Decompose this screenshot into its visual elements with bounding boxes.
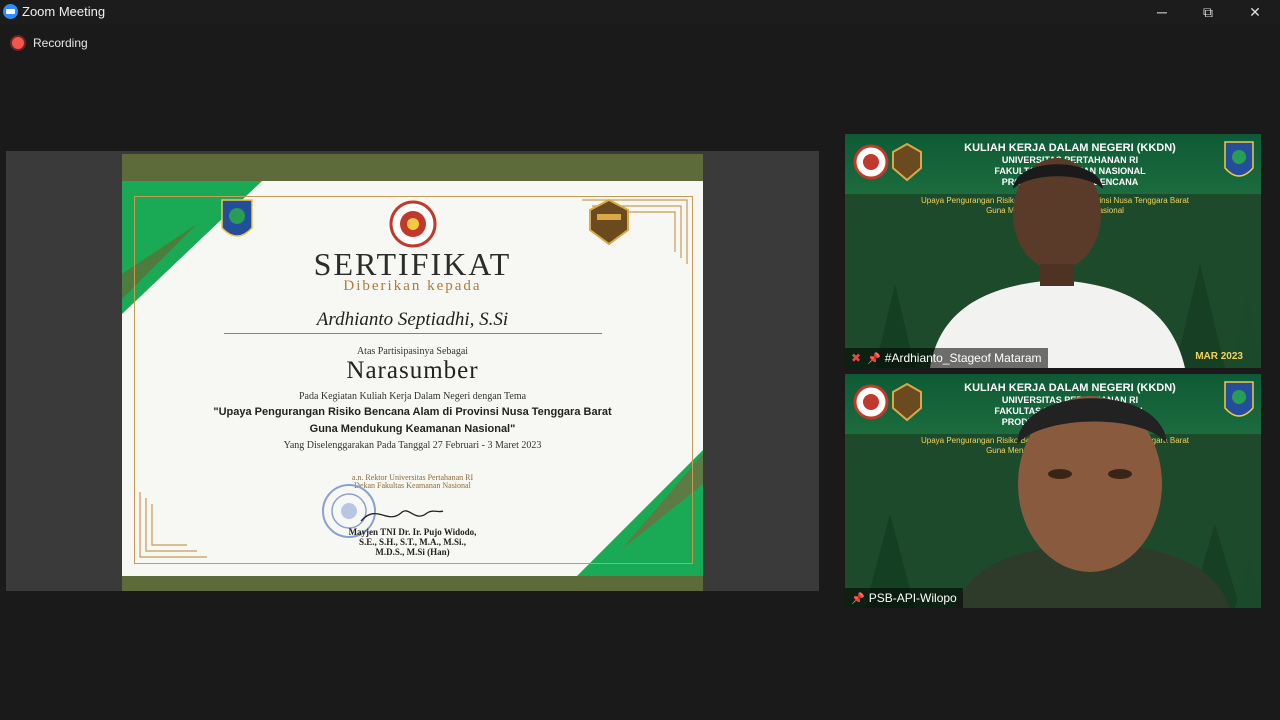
participant-video: [955, 396, 1230, 608]
window-title: Zoom Meeting: [22, 4, 106, 19]
minimize-button[interactable]: ─: [1139, 0, 1185, 24]
certificate-bottom-band: [122, 576, 703, 591]
event-date-text: Yang Diselenggarakan Pada Tanggal 27 Feb…: [283, 440, 542, 451]
theme-line-2: Guna Mendukung Keamanan Nasional": [309, 423, 516, 435]
signer-name-line-2: S.E., S.H., S.T., M.A., M.Si.,: [358, 537, 467, 547]
participant-name: PSB-API-Wilopo: [868, 591, 957, 605]
close-icon: ✕: [1249, 3, 1261, 20]
muted-microphone-icon: ✖: [851, 351, 862, 365]
certificate-subtitle: Diberikan kepada: [343, 278, 482, 294]
record-icon: [12, 37, 24, 49]
name-underline: [224, 333, 602, 334]
restore-button[interactable]: ⧉: [1185, 0, 1231, 24]
signer-name-line-3: M.D.S., M.Si (Han): [375, 547, 450, 557]
recording-indicator[interactable]: Recording: [12, 36, 88, 50]
title-bar: Zoom Meeting ─ ⧉ ✕: [0, 0, 1280, 24]
participant-name-tag: ✖ 📌 #Ardhianto_Stageof Mataram: [845, 348, 1048, 368]
participant-video: [930, 158, 1185, 368]
pin-icon: 📌: [867, 352, 881, 365]
theme-line-1: "Upaya Pengurangan Risiko Bencana Alam d…: [213, 406, 612, 418]
participant-video-tile[interactable]: KULIAH KERJA DALAM NEGERI (KKDN) UNIVERS…: [845, 134, 1261, 368]
close-button[interactable]: ✕: [1232, 0, 1278, 24]
signatory-line-2: Dekan Fakultas Keamanan Nasional: [354, 481, 471, 490]
participation-text: Atas Partisipasinya Sebagai: [356, 346, 469, 357]
recording-label: Recording: [33, 36, 88, 50]
activity-text: Pada Kegiatan Kuliah Kerja Dalam Negeri …: [298, 391, 527, 402]
restore-icon: ⧉: [1203, 3, 1213, 20]
participant-name-tag: 📌 PSB-API-Wilopo: [845, 588, 963, 608]
unhan-logo-icon: [389, 200, 437, 248]
zoom-logo-icon: [3, 4, 18, 19]
banner-corner-text: MAR 2023: [1195, 351, 1243, 362]
ntb-province-logo-icon: [221, 199, 253, 237]
role-text: Narasumber: [346, 357, 479, 384]
participant-name: #Ardhianto_Stageof Mataram: [884, 351, 1042, 365]
shared-screen[interactable]: SERTIFIKAT Diberikan kepada Ardhianto Se…: [6, 151, 819, 591]
participant-video-tile[interactable]: KULIAH KERJA DALAM NEGERI (KKDN) UNIVERS…: [845, 374, 1261, 608]
signer-name-line-1: Mayjen TNI Dr. Ir. Pujo Widodo,: [348, 527, 477, 537]
recipient-name: Ardhianto Septiadhi, S.Si: [316, 309, 509, 330]
disaster-unit-logo-icon: [589, 198, 629, 246]
certificate: SERTIFIKAT Diberikan kepada Ardhianto Se…: [122, 154, 703, 591]
pin-icon: 📌: [851, 592, 865, 605]
minimize-icon: ─: [1157, 4, 1167, 20]
signature-icon: [360, 510, 444, 522]
